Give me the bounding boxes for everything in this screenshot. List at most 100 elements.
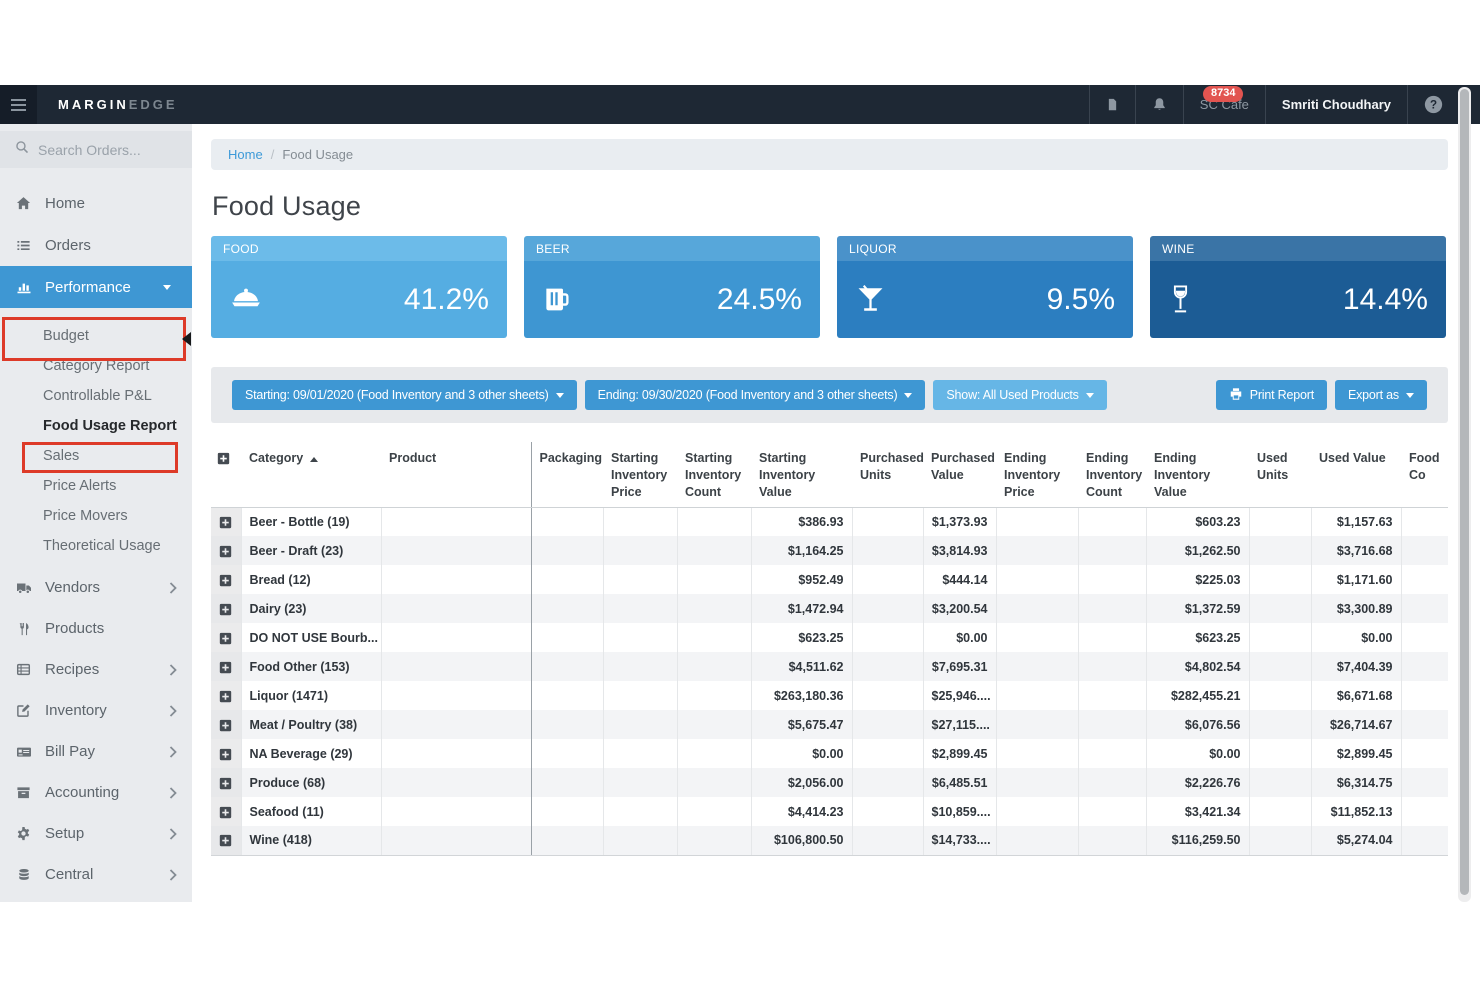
sidebar-item-performance[interactable]: Performance	[0, 266, 192, 308]
expand-row-button[interactable]	[211, 768, 241, 797]
cell-purch-units	[852, 507, 923, 536]
column-header-category[interactable]: Category	[241, 442, 381, 507]
plus-square-icon[interactable]	[219, 748, 232, 761]
sidebar-item-orders[interactable]: Orders	[0, 224, 192, 266]
plus-square-icon[interactable]	[217, 452, 230, 465]
cell-purch-units	[852, 710, 923, 739]
column-header-food-co[interactable]: Food Co	[1401, 442, 1448, 507]
sidebar-item-accounting[interactable]: Accounting	[0, 772, 192, 813]
plus-square-icon[interactable]	[219, 719, 232, 732]
expand-row-button[interactable]	[211, 826, 241, 855]
caret-down-icon	[1406, 393, 1414, 398]
cell-purch-value: $444.14	[923, 565, 996, 594]
sidebar-item-home[interactable]: Home	[0, 182, 192, 224]
recipes-icon	[15, 662, 32, 677]
cell-used-units	[1249, 681, 1311, 710]
sidebar-item-label: Bill Pay	[45, 743, 95, 760]
plus-square-icon[interactable]	[219, 574, 232, 587]
help-button[interactable]: ?	[1407, 85, 1459, 124]
plus-square-icon[interactable]	[219, 632, 232, 645]
show-filter-dropdown[interactable]: Show: All Used Products	[933, 380, 1106, 410]
sidebar-item-inventory[interactable]: Inventory	[0, 690, 192, 731]
expand-row-button[interactable]	[211, 565, 241, 594]
column-header-used-value[interactable]: Used Value	[1311, 442, 1401, 507]
sidebar-item-bill-pay[interactable]: Bill Pay	[0, 731, 192, 772]
cell-packaging	[531, 565, 603, 594]
cell-start-count	[677, 768, 751, 797]
plus-square-icon[interactable]	[219, 545, 232, 558]
cell-start-value: $1,164.25	[751, 536, 852, 565]
sidebar-subitem-controllable-p-l[interactable]: Controllable P&L	[0, 381, 192, 411]
column-header-purchased-value[interactable]: Purchased Value	[923, 442, 996, 507]
expand-row-button[interactable]	[211, 536, 241, 565]
column-header-ending-inventory-count[interactable]: Ending Inventory Count	[1078, 442, 1146, 507]
cell-used-units	[1249, 652, 1311, 681]
user-name[interactable]: Smriti Choudhary	[1265, 85, 1407, 124]
plus-square-icon[interactable]	[219, 603, 232, 616]
expand-row-button[interactable]	[211, 594, 241, 623]
breadcrumb-home-link[interactable]: Home	[228, 147, 263, 162]
column-header-starting-inventory-value[interactable]: Starting Inventory Value	[751, 442, 852, 507]
sidebar-item-products[interactable]: Products	[0, 608, 192, 649]
starting-date-dropdown[interactable]: Starting: 09/01/2020 (Food Inventory and…	[232, 380, 577, 410]
column-header-packaging[interactable]: Packaging	[531, 442, 603, 507]
documents-button[interactable]	[1089, 85, 1135, 124]
cell-food-cost	[1401, 536, 1448, 565]
cell-used-value: $3,716.68	[1311, 536, 1401, 565]
expand-all-button[interactable]	[211, 442, 241, 507]
cell-start-price	[603, 623, 677, 652]
column-header-used-units[interactable]: Used Units	[1249, 442, 1311, 507]
sidebar-subitem-category-report[interactable]: Category Report	[0, 351, 192, 381]
plus-square-icon[interactable]	[219, 690, 232, 703]
plus-square-icon[interactable]	[219, 661, 232, 674]
column-header-starting-inventory-count[interactable]: Starting Inventory Count	[677, 442, 751, 507]
cell-category: Wine (418)	[241, 826, 381, 855]
export-as-label: Export as	[1348, 388, 1399, 402]
plus-square-icon[interactable]	[219, 806, 232, 819]
sidebar-item-recipes[interactable]: Recipes	[0, 649, 192, 690]
sidebar-item-vendors[interactable]: Vendors	[0, 567, 192, 608]
sidebar-subitem-theoretical-usage[interactable]: Theoretical Usage	[0, 531, 192, 561]
search-input[interactable]	[38, 142, 168, 158]
cell-end-price	[996, 739, 1078, 768]
printer-icon	[1229, 387, 1243, 404]
column-header-starting-inventory-price[interactable]: Starting Inventory Price	[603, 442, 677, 507]
export-as-dropdown[interactable]: Export as	[1335, 380, 1427, 410]
plus-square-icon[interactable]	[219, 777, 232, 790]
table-row-seafood-11: Seafood (11)$4,414.23$10,859....$3,421.3…	[211, 797, 1448, 826]
print-report-button[interactable]: Print Report	[1216, 380, 1327, 410]
sidebar-item-label: Home	[45, 195, 85, 212]
column-header-ending-inventory-value[interactable]: Ending Inventory Value	[1146, 442, 1249, 507]
menu-icon[interactable]	[0, 85, 37, 124]
cell-start-price	[603, 565, 677, 594]
column-header-purchased-units[interactable]: Purchased Units	[852, 442, 923, 507]
expand-row-button[interactable]	[211, 507, 241, 536]
column-header-product[interactable]: Product	[381, 442, 531, 507]
column-header-ending-inventory-price[interactable]: Ending Inventory Price	[996, 442, 1078, 507]
expand-row-button[interactable]	[211, 797, 241, 826]
caret-down-icon	[1086, 393, 1094, 398]
expand-row-button[interactable]	[211, 623, 241, 652]
cell-packaging	[531, 623, 603, 652]
expand-row-button[interactable]	[211, 681, 241, 710]
sidebar-subitem-budget[interactable]: Budget	[0, 321, 192, 351]
notifications-button[interactable]	[1135, 85, 1183, 124]
sidebar-subitem-price-alerts[interactable]: Price Alerts	[0, 471, 192, 501]
sidebar-item-setup[interactable]: Setup	[0, 813, 192, 854]
sidebar-subitem-sales[interactable]: Sales	[0, 441, 192, 471]
plus-square-icon[interactable]	[219, 516, 232, 529]
expand-row-button[interactable]	[211, 739, 241, 768]
ending-date-dropdown[interactable]: Ending: 09/30/2020 (Food Inventory and 3…	[585, 380, 926, 410]
plus-square-icon[interactable]	[219, 834, 232, 847]
sidebar-item-central[interactable]: Central	[0, 854, 192, 895]
cell-used-units	[1249, 797, 1311, 826]
sidebar-subitem-food-usage-report[interactable]: Food Usage Report	[0, 411, 192, 441]
show-filter-label: Show: All Used Products	[946, 388, 1078, 402]
sidebar-subitem-price-movers[interactable]: Price Movers	[0, 501, 192, 531]
cell-product	[381, 652, 531, 681]
expand-row-button[interactable]	[211, 652, 241, 681]
cell-end-price	[996, 681, 1078, 710]
page-scrollbar-thumb[interactable]	[1460, 89, 1469, 895]
cell-food-cost	[1401, 623, 1448, 652]
expand-row-button[interactable]	[211, 710, 241, 739]
